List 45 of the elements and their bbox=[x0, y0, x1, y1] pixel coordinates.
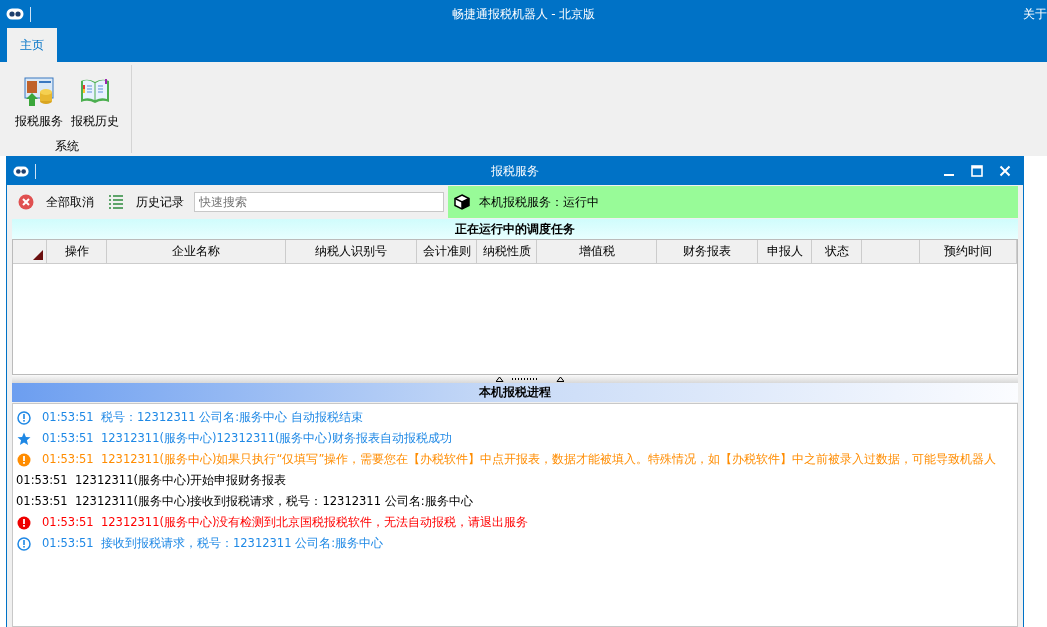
log-entry: 01:53:51 接收到报税请求，税号：12312311 公司名:服务中心 bbox=[42, 536, 384, 551]
ribbon-tab[interactable]: 主页 bbox=[7, 28, 57, 62]
ribbon-button[interactable]: 报税历史 bbox=[69, 75, 121, 130]
progress-title: 本机报税进程 bbox=[12, 383, 1018, 402]
column-header[interactable]: 申报人 bbox=[758, 240, 812, 263]
list-icon bbox=[108, 194, 124, 210]
cancel-icon bbox=[18, 194, 34, 210]
triangle-icon bbox=[33, 250, 43, 260]
star-icon bbox=[17, 431, 31, 446]
info-icon bbox=[17, 536, 31, 551]
search-field[interactable]: 快速搜索 bbox=[194, 192, 444, 212]
column-header[interactable]: 财务报表 bbox=[657, 240, 758, 263]
log-entry: 01:53:51 12312311(服务中心)开始申报财务报表 bbox=[16, 473, 287, 488]
robot-logo-icon bbox=[13, 165, 29, 177]
window-title: 畅捷通报税机器人 - 北京版 bbox=[451, 5, 596, 23]
status-text: 本机报税服务：运行中 bbox=[479, 193, 599, 211]
log-entry: 01:53:51 12312311(服务中心)接收到报税请求，税号：12312311 公司名:服务中心 bbox=[16, 494, 473, 509]
history-button[interactable]: 历史记录 bbox=[102, 189, 188, 215]
window-title: 报税服务 bbox=[491, 162, 539, 180]
log-entry: 01:53:51 12312311(服务中心)如果只执行“仅填写”操作，需要您在【办税软件】中点开报表，数据才能被填入。特殊情况，如【办税软件】中之前被录入过数据，可能导致机器人 bbox=[42, 452, 997, 467]
tax-service-icon bbox=[23, 75, 55, 107]
column-header[interactable]: 增值税 bbox=[537, 240, 657, 263]
about-link[interactable]: 关于 bbox=[1023, 5, 1047, 23]
error-icon bbox=[17, 515, 31, 530]
warning-icon bbox=[17, 452, 31, 467]
group-label: 系统 bbox=[55, 138, 79, 155]
maximize-icon[interactable] bbox=[971, 165, 983, 177]
column-header[interactable]: 企业名称 bbox=[107, 240, 286, 263]
robot-logo-icon bbox=[6, 8, 24, 20]
column-header[interactable]: 预约时间 bbox=[920, 240, 1017, 263]
tasks-title: 正在运行中的调度任务 bbox=[12, 219, 1018, 239]
ribbon-button[interactable]: 报税服务 bbox=[13, 75, 65, 130]
column-header[interactable]: 纳税性质 bbox=[477, 240, 537, 263]
log-entry: 01:53:51 税号：12312311 公司名:服务中心 自动报税结束 bbox=[42, 410, 363, 425]
cube-icon bbox=[454, 194, 470, 210]
info-icon bbox=[17, 410, 31, 425]
log-entry: 01:53:51 12312311(服务中心)没有检测到北京国税报税软件，无法自动报税，请退出服务 bbox=[42, 515, 529, 530]
cancel-all-button[interactable]: 全部取消 bbox=[12, 189, 98, 215]
close-icon[interactable] bbox=[999, 165, 1011, 177]
column-header[interactable]: 纳税人识别号 bbox=[286, 240, 417, 263]
column-header[interactable]: 状态 bbox=[812, 240, 862, 263]
log-entry: 01:53:51 12312311(服务中心)12312311(服务中心)财务报表自动报税成功 bbox=[42, 431, 452, 446]
splitter-grip-icon[interactable] bbox=[496, 376, 564, 382]
column-header[interactable]: 会计准则 bbox=[417, 240, 477, 263]
column-header[interactable]: 操作 bbox=[47, 240, 107, 263]
